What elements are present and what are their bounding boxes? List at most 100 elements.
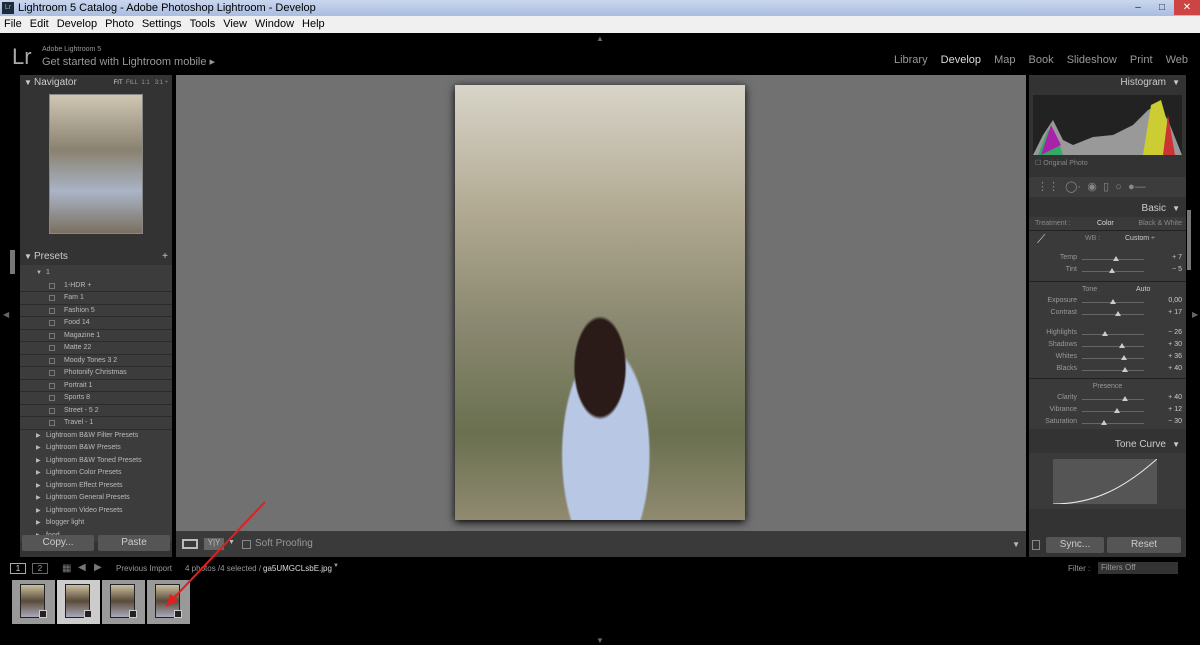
basic-header[interactable]: Basic ▼	[1029, 201, 1186, 217]
slider-whites[interactable]: Whites + 36	[1029, 352, 1186, 364]
filmstrip-filename[interactable]: ga5UMGCLsbE.jpg	[263, 564, 332, 573]
slider-knob[interactable]	[1121, 355, 1128, 360]
zoom-3-1[interactable]: 3:1 ÷	[155, 80, 168, 86]
auto-tone-button[interactable]: Auto	[1136, 284, 1150, 296]
original-photo-checkbox[interactable]: ☐ Original Photo	[1029, 159, 1186, 167]
window-2-button[interactable]: 2	[32, 563, 48, 574]
slider-knob[interactable]	[1113, 408, 1120, 413]
preset-item[interactable]: Fam 1	[20, 292, 172, 305]
module-develop[interactable]: Develop	[941, 54, 981, 66]
menu-view[interactable]: View	[223, 18, 247, 30]
preset-item[interactable]: Fashion 5	[20, 305, 172, 317]
module-slideshow[interactable]: Slideshow	[1067, 54, 1117, 66]
filmstrip-source[interactable]: Previous Import	[116, 564, 172, 573]
module-book[interactable]: Book	[1029, 54, 1054, 66]
reset-button[interactable]: Reset	[1107, 537, 1181, 553]
preset-item[interactable]: Magazine 1	[20, 330, 172, 342]
preset-item[interactable]: 1-HDR +	[20, 280, 172, 292]
soft-proofing-checkbox[interactable]	[242, 540, 251, 549]
preset-folder[interactable]: ▶ blogger light	[20, 517, 172, 530]
toolbar-menu-icon[interactable]: ▼	[1012, 540, 1020, 549]
forward-arrow-icon[interactable]: ▶	[94, 562, 102, 573]
navigator-preview[interactable]	[49, 94, 143, 234]
filmstrip-thumbnail[interactable]	[102, 580, 145, 624]
maximize-button[interactable]: □	[1150, 0, 1174, 15]
menu-window[interactable]: Window	[255, 18, 294, 30]
preset-item[interactable]: Matte 22	[20, 342, 172, 355]
slider-knob[interactable]	[1122, 396, 1129, 401]
filename-dropdown-icon[interactable]: ▼	[333, 563, 339, 569]
slider-knob[interactable]	[1110, 299, 1116, 304]
menu-help[interactable]: Help	[302, 18, 325, 30]
sync-button[interactable]: Sync...	[1046, 537, 1104, 553]
module-web[interactable]: Web	[1166, 54, 1188, 66]
window-1-button[interactable]: 1	[10, 563, 26, 574]
treatment-color[interactable]: Color	[1097, 217, 1114, 231]
slider-blacks[interactable]: Blacks + 40	[1029, 364, 1186, 376]
copy-button[interactable]: Copy...	[22, 535, 94, 551]
left-scrollbar[interactable]	[10, 250, 15, 274]
close-button[interactable]: ✕	[1174, 0, 1200, 15]
top-panel-toggle[interactable]: ▲	[596, 34, 604, 43]
tone-curve-header[interactable]: Tone Curve ▼	[1029, 437, 1186, 453]
slider-exposure[interactable]: Exposure 0,00	[1029, 296, 1186, 308]
slider-track[interactable]	[1082, 334, 1144, 335]
preset-folder[interactable]: ▶ Lightroom Video Presets	[20, 505, 172, 518]
left-panel-toggle[interactable]: ◀	[3, 310, 9, 319]
tone-curve[interactable]	[1029, 453, 1186, 509]
menu-file[interactable]: File	[4, 18, 22, 30]
slider-track[interactable]	[1082, 314, 1144, 315]
add-preset-button[interactable]: +	[162, 249, 168, 265]
presets-header[interactable]: ▼ Presets +	[20, 249, 172, 265]
preset-item[interactable]: Travel - 1	[20, 417, 172, 430]
zoom-1-1[interactable]: 1:1	[141, 80, 149, 86]
mobile-link[interactable]: Get started with Lightroom mobile ▸	[42, 55, 282, 68]
slider-tint[interactable]: Tint − 5	[1029, 265, 1186, 277]
slider-shadows[interactable]: Shadows + 30	[1029, 340, 1186, 352]
slider-track[interactable]	[1082, 370, 1144, 371]
right-scrollbar[interactable]	[1187, 210, 1191, 270]
preset-item[interactable]: Food 14	[20, 317, 172, 330]
filmstrip-thumbnail[interactable]	[147, 580, 190, 624]
back-arrow-icon[interactable]: ◀	[78, 562, 86, 573]
slider-contrast[interactable]: Contrast + 17	[1029, 308, 1186, 320]
crop-icon[interactable]: ⋮⋮	[1037, 181, 1059, 193]
preset-folder[interactable]: ▼ 1	[20, 267, 172, 280]
loupe-view-icon[interactable]	[182, 539, 198, 549]
slider-temp[interactable]: Temp + 7	[1029, 253, 1186, 265]
slider-clarity[interactable]: Clarity + 40	[1029, 393, 1186, 405]
zoom-fill[interactable]: FILL	[126, 80, 138, 86]
histogram-header[interactable]: Histogram ▼	[1029, 75, 1186, 91]
slider-track[interactable]	[1082, 346, 1144, 347]
slider-knob[interactable]	[1119, 343, 1126, 348]
slider-knob[interactable]	[1100, 420, 1107, 425]
menu-photo[interactable]: Photo	[105, 18, 134, 30]
filter-select[interactable]: Filters Off	[1098, 562, 1178, 574]
spot-removal-icon[interactable]: ◯·	[1065, 181, 1081, 193]
wb-select[interactable]: Custom ÷	[1125, 233, 1155, 245]
slider-knob[interactable]	[1122, 367, 1129, 372]
dropdown-icon[interactable]: ▼	[228, 539, 235, 546]
module-map[interactable]: Map	[994, 54, 1015, 66]
slider-knob[interactable]	[1114, 311, 1121, 316]
slider-vibrance[interactable]: Vibrance + 12	[1029, 405, 1186, 417]
slider-saturation[interactable]: Saturation − 30	[1029, 417, 1186, 429]
slider-knob[interactable]	[1108, 268, 1115, 273]
preset-folder[interactable]: ▶ Lightroom B&W Filter Presets	[20, 430, 172, 443]
preset-folder[interactable]: ▶ Lightroom Color Presets	[20, 467, 172, 480]
adjustment-brush-icon[interactable]: ●—	[1128, 181, 1146, 193]
slider-highlights[interactable]: Highlights − 26	[1029, 328, 1186, 340]
menu-develop[interactable]: Develop	[57, 18, 97, 30]
preset-item[interactable]: Photonify Christmas	[20, 367, 172, 380]
grid-icon[interactable]: ▦	[62, 563, 71, 574]
filmstrip-thumbnail[interactable]	[12, 580, 55, 624]
zoom-fit[interactable]: FIT	[114, 80, 123, 86]
module-library[interactable]: Library	[894, 54, 928, 66]
graduated-filter-icon[interactable]: ▯	[1103, 181, 1109, 193]
main-photo[interactable]	[455, 85, 745, 520]
preset-folder[interactable]: ▶ Lightroom General Presets	[20, 492, 172, 505]
module-print[interactable]: Print	[1130, 54, 1153, 66]
treatment-bw[interactable]: Black & White	[1138, 217, 1182, 231]
right-panel-toggle[interactable]: ▶	[1192, 310, 1198, 319]
panel-switch[interactable]	[1032, 540, 1040, 550]
